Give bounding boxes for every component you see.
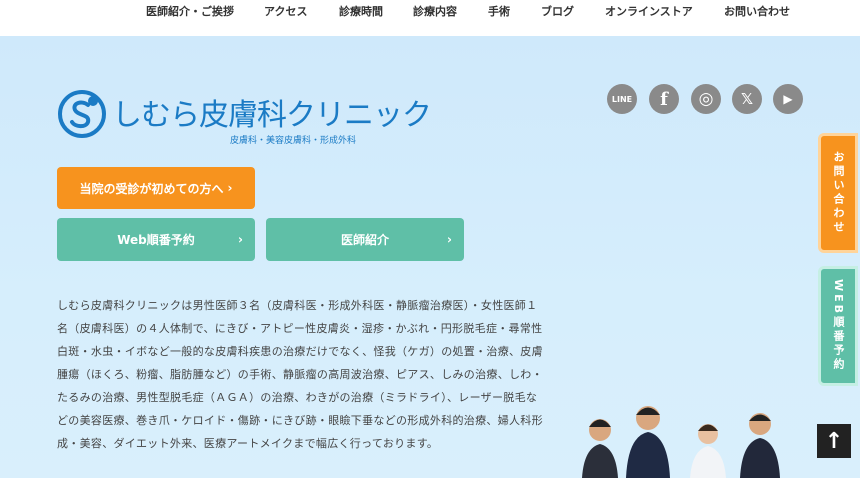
clinic-subtitle: 皮膚科・美容皮膚科・形成外科 <box>230 136 357 146</box>
side-tab-contact[interactable]: お問い合わせ <box>818 133 858 253</box>
youtube-icon[interactable]: ▶ <box>773 84 803 114</box>
web-reservation-button[interactable]: Web順番予約 › <box>57 218 255 261</box>
arrow-up-icon: ↑ <box>824 428 844 454</box>
staff-photo <box>582 406 780 478</box>
line-icon[interactable]: LINE <box>607 84 637 114</box>
intro-text: しむら皮膚科クリニックは男性医師３名（皮膚科医・形成外科医・静脈瘤治療医）・女性… <box>57 299 543 450</box>
chevron-right-icon: › <box>238 232 243 247</box>
nav-doctors-greeting[interactable]: 医師紹介・ご挨拶 <box>146 3 234 19</box>
first-visit-label: 当院の受診が初めての方へ <box>79 181 224 196</box>
doctors-label: 医師紹介 <box>340 233 389 247</box>
chevron-right-icon: › <box>447 232 452 247</box>
doctors-button[interactable]: 医師紹介 › <box>266 218 464 261</box>
nav-blog[interactable]: ブログ <box>541 3 574 19</box>
nav-hours[interactable]: 診療時間 <box>339 3 383 19</box>
facebook-icon[interactable]: f <box>649 84 679 114</box>
chevron-right-icon: › <box>227 181 233 195</box>
side-tab-web-reservation[interactable]: WEB順番予約 <box>818 266 858 386</box>
instagram-icon[interactable]: ◎ <box>691 84 721 114</box>
first-visit-button[interactable]: 当院の受診が初めての方へ › <box>57 167 255 209</box>
clinic-logo-icon <box>58 90 106 138</box>
nav-services[interactable]: 診療内容 <box>413 3 457 19</box>
clinic-name[interactable]: しむら皮膚科クリニック <box>112 90 432 134</box>
nav-contact[interactable]: お問い合わせ <box>724 3 790 19</box>
top-navigation: 医師紹介・ご挨拶 アクセス 診療時間 診療内容 手術 ブログ オンラインストア … <box>0 0 860 36</box>
nav-online-store[interactable]: オンラインストア <box>605 3 693 19</box>
x-icon[interactable]: 𝕏 <box>732 84 762 114</box>
nav-surgery[interactable]: 手術 <box>488 3 510 19</box>
nav-access[interactable]: アクセス <box>264 3 307 19</box>
web-reservation-label: Web順番予約 <box>117 233 195 247</box>
back-to-top-button[interactable]: ↑ <box>817 424 851 458</box>
